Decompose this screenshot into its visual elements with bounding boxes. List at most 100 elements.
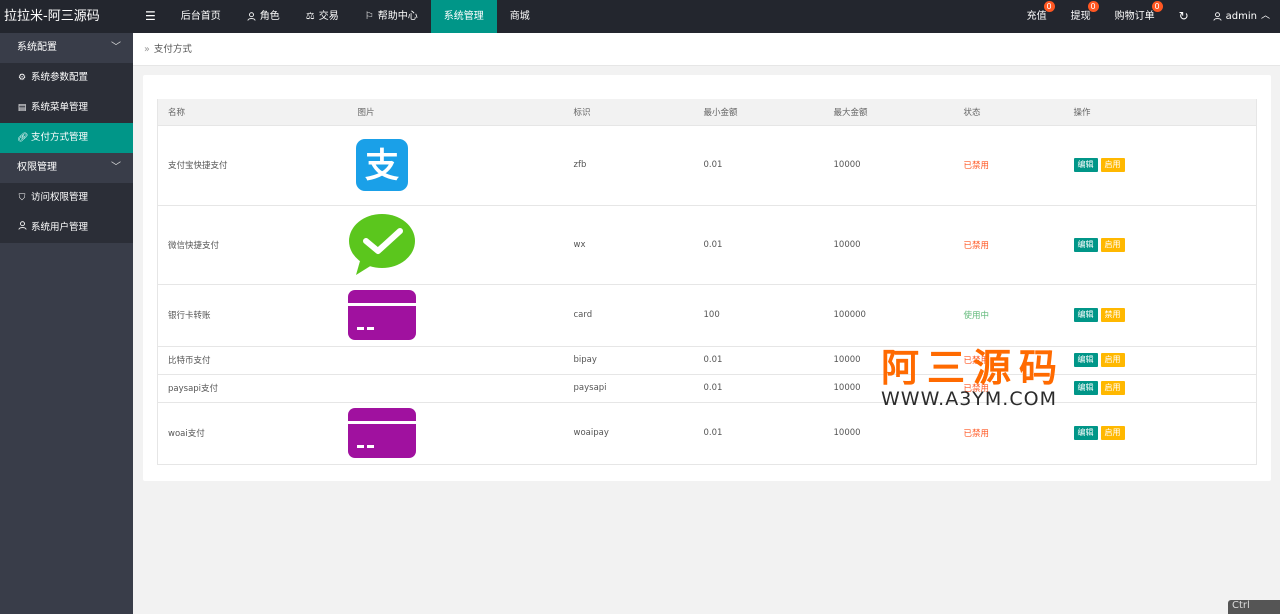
nav-item-role[interactable]: 角色 [234, 0, 293, 33]
enable-button[interactable]: 启用 [1100, 381, 1125, 395]
sidebar-item-payment[interactable]: 🔗︎ 支付方式管理 [0, 123, 133, 153]
nav-item-label: 商城 [509, 11, 530, 22]
cell-name: 微信快捷支付 [157, 205, 348, 285]
cell-max: 10000 [823, 346, 954, 375]
sidebar: 系统配置 ﹀ ⚙ 系统参数配置 ▤ 系统菜单管理 🔗︎ 支付方式管理 权限管理 … [0, 33, 133, 614]
cell-status: 已禁用 [953, 125, 1064, 206]
column-header-min: 最小金额 [693, 99, 824, 126]
payment-methods-table: 名称 图片 标识 最小金额 最大金额 状态 操作 支付宝快捷支付 支 zfb 0… [157, 99, 1257, 465]
cell-actions: 编辑 启用 [1063, 374, 1257, 403]
window-icon: ▤ [17, 103, 27, 113]
cell-min: 0.01 [693, 374, 824, 403]
cell-name: paysapi支付 [157, 374, 348, 403]
user-name: admin [1225, 11, 1257, 22]
cell-actions: 编辑 启用 [1063, 125, 1257, 206]
refresh-button[interactable]: ↻ [1167, 0, 1201, 33]
cell-min: 100 [693, 284, 824, 347]
sidebar-item-menus[interactable]: ▤ 系统菜单管理 [0, 93, 133, 123]
sidebar-item-users[interactable]: 系统用户管理 [0, 213, 133, 243]
cell-code: bipay [563, 346, 694, 375]
user-icon [247, 12, 256, 21]
sidebar-item-label: 系统用户管理 [31, 222, 89, 233]
cell-image [347, 205, 564, 285]
table-row: woai支付 woaipay 0.01 10000 已禁用 编辑 启用 [157, 402, 1257, 465]
enable-button[interactable]: 启用 [1100, 426, 1125, 440]
sidebar-item-label: 支付方式管理 [31, 132, 89, 143]
table-row: 微信快捷支付 wx 0.01 10000 已禁用 编辑 启用 [157, 205, 1257, 285]
menu-toggle-button[interactable]: ☰ [133, 0, 168, 33]
cell-code: paysapi [563, 374, 694, 403]
cell-image [347, 374, 564, 403]
table-row: 支付宝快捷支付 支 zfb 0.01 10000 已禁用 编辑 启用 [157, 125, 1257, 206]
edit-button[interactable]: 编辑 [1073, 308, 1098, 322]
breadcrumb-label: 支付方式 [153, 43, 192, 55]
nav-item-system[interactable]: 系统管理 [430, 0, 497, 33]
cell-max: 10000 [823, 125, 954, 206]
cell-actions: 编辑 启用 [1063, 346, 1257, 375]
edit-button[interactable]: 编辑 [1073, 426, 1098, 440]
withdraw-button[interactable]: 提现 0 [1059, 0, 1103, 33]
sidebar-item-params[interactable]: ⚙ 系统参数配置 [0, 63, 133, 93]
column-header-image: 图片 [347, 99, 564, 126]
nav-item-label: 帮助中心 [377, 11, 418, 22]
enable-button[interactable]: 启用 [1100, 237, 1125, 252]
recharge-badge: 0 [1043, 1, 1055, 12]
edit-button[interactable]: 编辑 [1073, 381, 1098, 395]
enable-button[interactable]: 启用 [1100, 353, 1125, 367]
cell-max: 10000 [823, 205, 954, 285]
cell-status: 已禁用 [953, 402, 1064, 465]
nav-item-label: 交易 [318, 11, 339, 22]
sidebar-group-permissions[interactable]: 权限管理 ﹀ [0, 153, 133, 183]
cell-min: 0.01 [693, 346, 824, 375]
cell-code: woaipay [563, 402, 694, 465]
edit-button[interactable]: 编辑 [1073, 353, 1098, 367]
chevron-up-icon: ︿ [1260, 11, 1270, 21]
disable-button[interactable]: 禁用 [1100, 308, 1125, 322]
chevron-down-icon: ﹀ [111, 162, 121, 173]
header-right: 充值 0 提现 0 购物订单 0 ↻ admin ︿ [1015, 0, 1280, 33]
edit-button[interactable]: 编辑 [1073, 237, 1098, 252]
sidebar-group-system-config[interactable]: 系统配置 ﹀ [0, 33, 133, 63]
nav-item-trade[interactable]: ⚖ 交易 [293, 0, 352, 33]
app-title: 拉拉米-阿三源码 [4, 9, 100, 24]
user-menu[interactable]: admin ︿ [1201, 0, 1280, 33]
cell-image [347, 402, 564, 465]
refresh-icon: ↻ [1178, 9, 1189, 23]
cell-max: 100000 [823, 284, 954, 347]
table-row: paysapi支付 paysapi 0.01 10000 已禁用 编辑 启用 [157, 374, 1257, 403]
nav-item-help[interactable]: ⚐ 帮助中心 [352, 0, 431, 33]
enable-button[interactable]: 启用 [1100, 158, 1125, 172]
cell-name: 比特币支付 [157, 346, 348, 375]
sidebar-group-label: 系统配置 [17, 42, 57, 53]
column-header-max: 最大金额 [823, 99, 954, 126]
nav-item-label: 角色 [259, 11, 280, 22]
sidebar-submenu: ⚙ 系统参数配置 ▤ 系统菜单管理 🔗︎ 支付方式管理 [0, 63, 133, 153]
corner-tooltip: Ctrl [1228, 600, 1280, 614]
table-row: 银行卡转账 card 100 100000 使用中 编辑 禁用 [157, 284, 1257, 347]
cell-name: woai支付 [157, 402, 348, 465]
cell-status: 已禁用 [953, 346, 1064, 375]
cell-max: 10000 [823, 374, 954, 403]
bank-card-logo-icon [347, 290, 416, 340]
column-header-code: 标识 [563, 99, 694, 126]
column-header-name: 名称 [157, 99, 348, 126]
cell-actions: 编辑 启用 [1063, 205, 1257, 285]
cell-code: card [563, 284, 694, 347]
nav-item-mall[interactable]: 商城 [497, 0, 543, 33]
sidebar-item-access[interactable]: ⛉ 访问权限管理 [0, 183, 133, 213]
scale-icon: ⚖ [305, 11, 315, 22]
cell-code: zfb [563, 125, 694, 206]
edit-button[interactable]: 编辑 [1073, 158, 1098, 172]
cell-code: wx [563, 205, 694, 285]
recharge-button[interactable]: 充值 0 [1015, 0, 1059, 33]
nav-item-home[interactable]: 后台首页 [168, 0, 234, 33]
wechat-logo-icon [348, 213, 415, 275]
cell-image [347, 284, 564, 347]
flag-icon: ⚐ [364, 11, 374, 22]
alipay-logo-icon: 支 [355, 139, 408, 191]
withdraw-badge: 0 [1087, 1, 1099, 12]
top-nav: ☰ 后台首页 角色 ⚖ 交易 ⚐ 帮助中心 系统管理 商城 [133, 0, 543, 33]
orders-button[interactable]: 购物订单 0 [1103, 0, 1167, 33]
table-header-row: 名称 图片 标识 最小金额 最大金额 状态 操作 [157, 99, 1257, 126]
cell-status: 已禁用 [953, 205, 1064, 285]
